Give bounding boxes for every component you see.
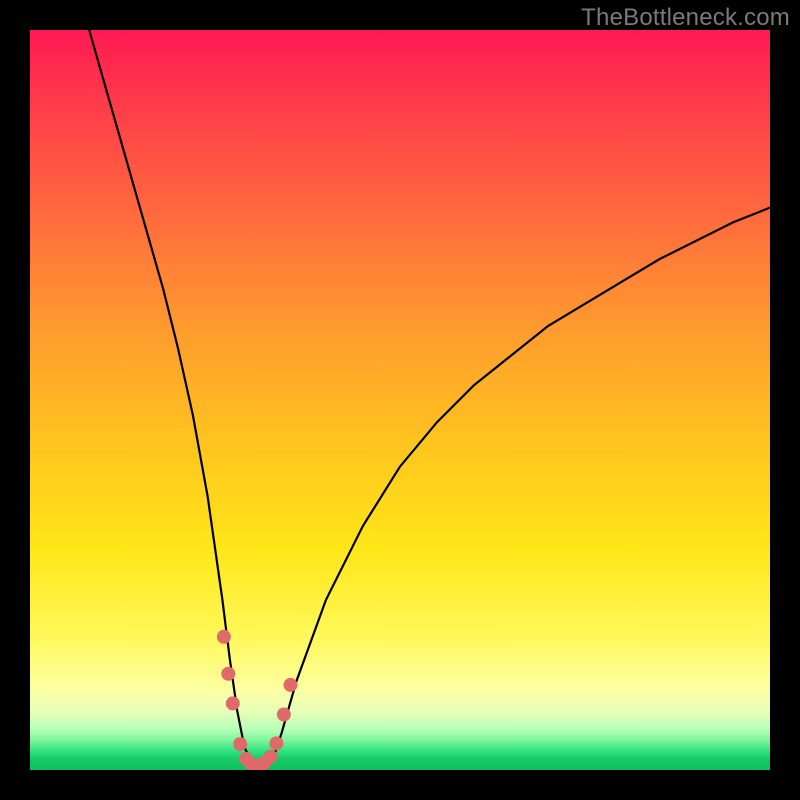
marker-point <box>283 678 297 692</box>
marker-point <box>226 696 240 710</box>
plot-area <box>30 30 770 770</box>
chart-frame: TheBottleneck.com <box>0 0 800 800</box>
marker-point <box>233 737 247 751</box>
marker-point <box>277 708 291 722</box>
marker-point <box>221 667 235 681</box>
bottleneck-curve <box>89 30 770 766</box>
watermark-text: TheBottleneck.com <box>581 4 790 32</box>
marker-point <box>269 736 283 750</box>
chart-svg <box>30 30 770 770</box>
marker-point <box>264 750 278 764</box>
marker-point <box>217 630 231 644</box>
